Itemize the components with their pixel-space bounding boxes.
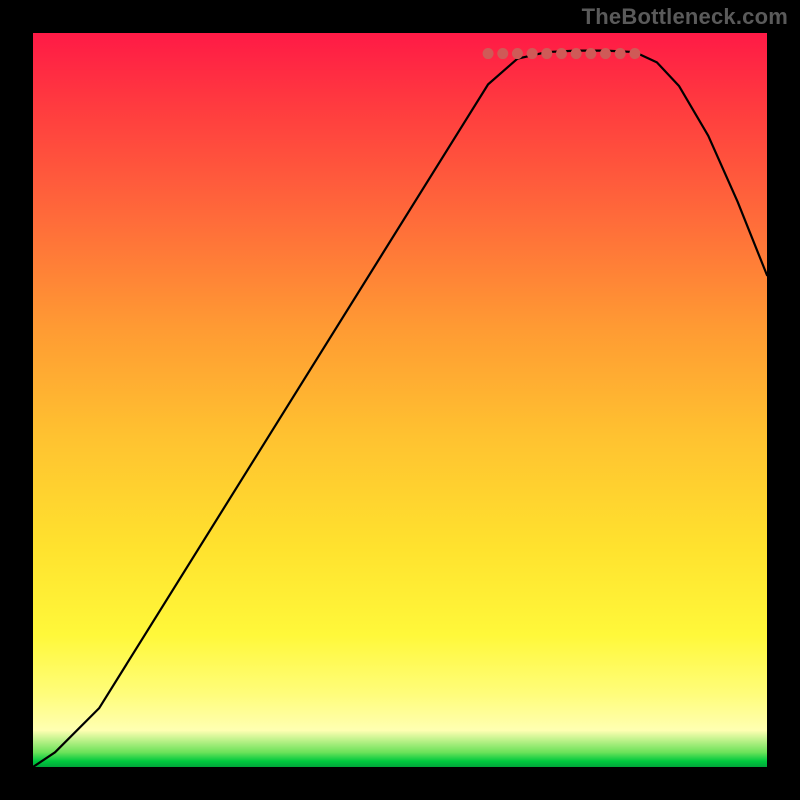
valley-marker-dot — [600, 48, 611, 59]
valley-marker-dot — [629, 48, 640, 59]
valley-marker-dot — [527, 48, 538, 59]
bottleneck-curve — [33, 33, 767, 767]
valley-marker-dot — [483, 48, 494, 59]
valley-marker-dot — [585, 48, 596, 59]
valley-marker-dot — [615, 48, 626, 59]
valley-marker-dot — [497, 48, 508, 59]
watermark-label: TheBottleneck.com — [582, 4, 788, 30]
valley-markers — [483, 48, 641, 59]
valley-marker-dot — [512, 48, 523, 59]
curve-path — [33, 51, 767, 767]
valley-marker-dot — [541, 48, 552, 59]
chart-container: TheBottleneck.com — [0, 0, 800, 800]
plot-area — [33, 33, 767, 767]
valley-marker-dot — [571, 48, 582, 59]
valley-marker-dot — [556, 48, 567, 59]
